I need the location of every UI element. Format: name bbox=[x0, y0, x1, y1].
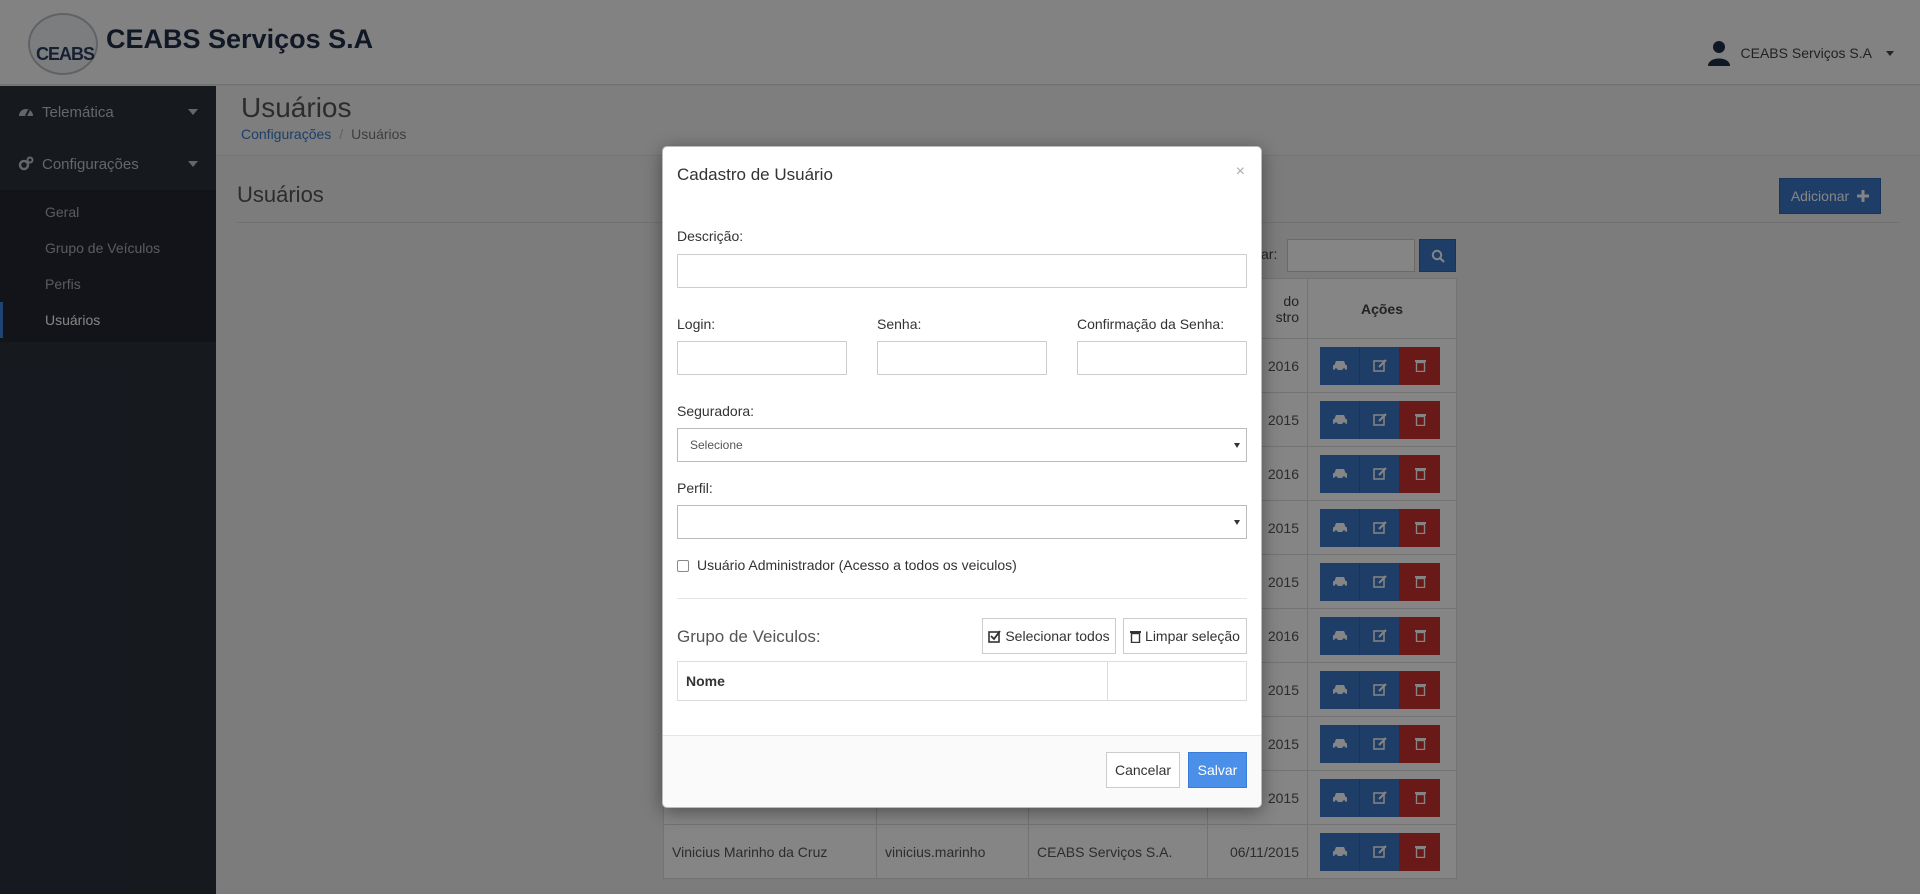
modal-footer: Cancelar Salvar bbox=[663, 735, 1261, 807]
clear-selection-button[interactable]: Limpar seleção bbox=[1123, 618, 1247, 654]
seguradora-select[interactable]: Selecione bbox=[677, 428, 1247, 462]
modal-title: Cadastro de Usuário bbox=[677, 165, 833, 184]
admin-checkbox-label[interactable]: Usuário Administrador (Acesso a todos os… bbox=[697, 557, 1017, 573]
select-all-button[interactable]: Selecionar todos bbox=[982, 618, 1116, 654]
perfil-select[interactable] bbox=[677, 505, 1247, 539]
senha-input[interactable] bbox=[877, 341, 1047, 375]
dropdown-arrow-icon bbox=[1234, 443, 1240, 448]
descricao-input[interactable] bbox=[677, 254, 1247, 288]
trash-icon bbox=[1130, 630, 1142, 643]
descricao-label: Descrição: bbox=[677, 228, 744, 244]
seguradora-label: Seguradora: bbox=[677, 403, 755, 419]
select-all-label: Selecionar todos bbox=[1005, 628, 1110, 644]
close-icon[interactable]: × bbox=[1236, 163, 1245, 181]
clear-selection-label: Limpar seleção bbox=[1145, 628, 1240, 644]
grupo-veiculos-title: Grupo de Veiculos: bbox=[677, 627, 821, 646]
senha-label: Senha: bbox=[877, 316, 922, 332]
save-button[interactable]: Salvar bbox=[1188, 752, 1247, 788]
divider bbox=[677, 598, 1247, 599]
perfil-label: Perfil: bbox=[677, 480, 713, 496]
grupo-veiculos-table: Nome bbox=[677, 661, 1247, 701]
seguradora-selected-value: Selecione bbox=[690, 438, 743, 452]
check-square-icon bbox=[988, 629, 1002, 643]
confirmacao-label: Confirmação da Senha: bbox=[1077, 316, 1225, 332]
login-label: Login: bbox=[677, 316, 716, 332]
admin-checkbox[interactable] bbox=[677, 560, 689, 572]
login-input[interactable] bbox=[677, 341, 847, 375]
user-registration-modal: Cadastro de Usuário × Descrição: Login: … bbox=[662, 146, 1262, 808]
col-nome: Nome bbox=[678, 662, 1108, 700]
dropdown-arrow-icon bbox=[1234, 520, 1240, 525]
cancel-button[interactable]: Cancelar bbox=[1106, 752, 1180, 788]
confirmacao-input[interactable] bbox=[1077, 341, 1247, 375]
